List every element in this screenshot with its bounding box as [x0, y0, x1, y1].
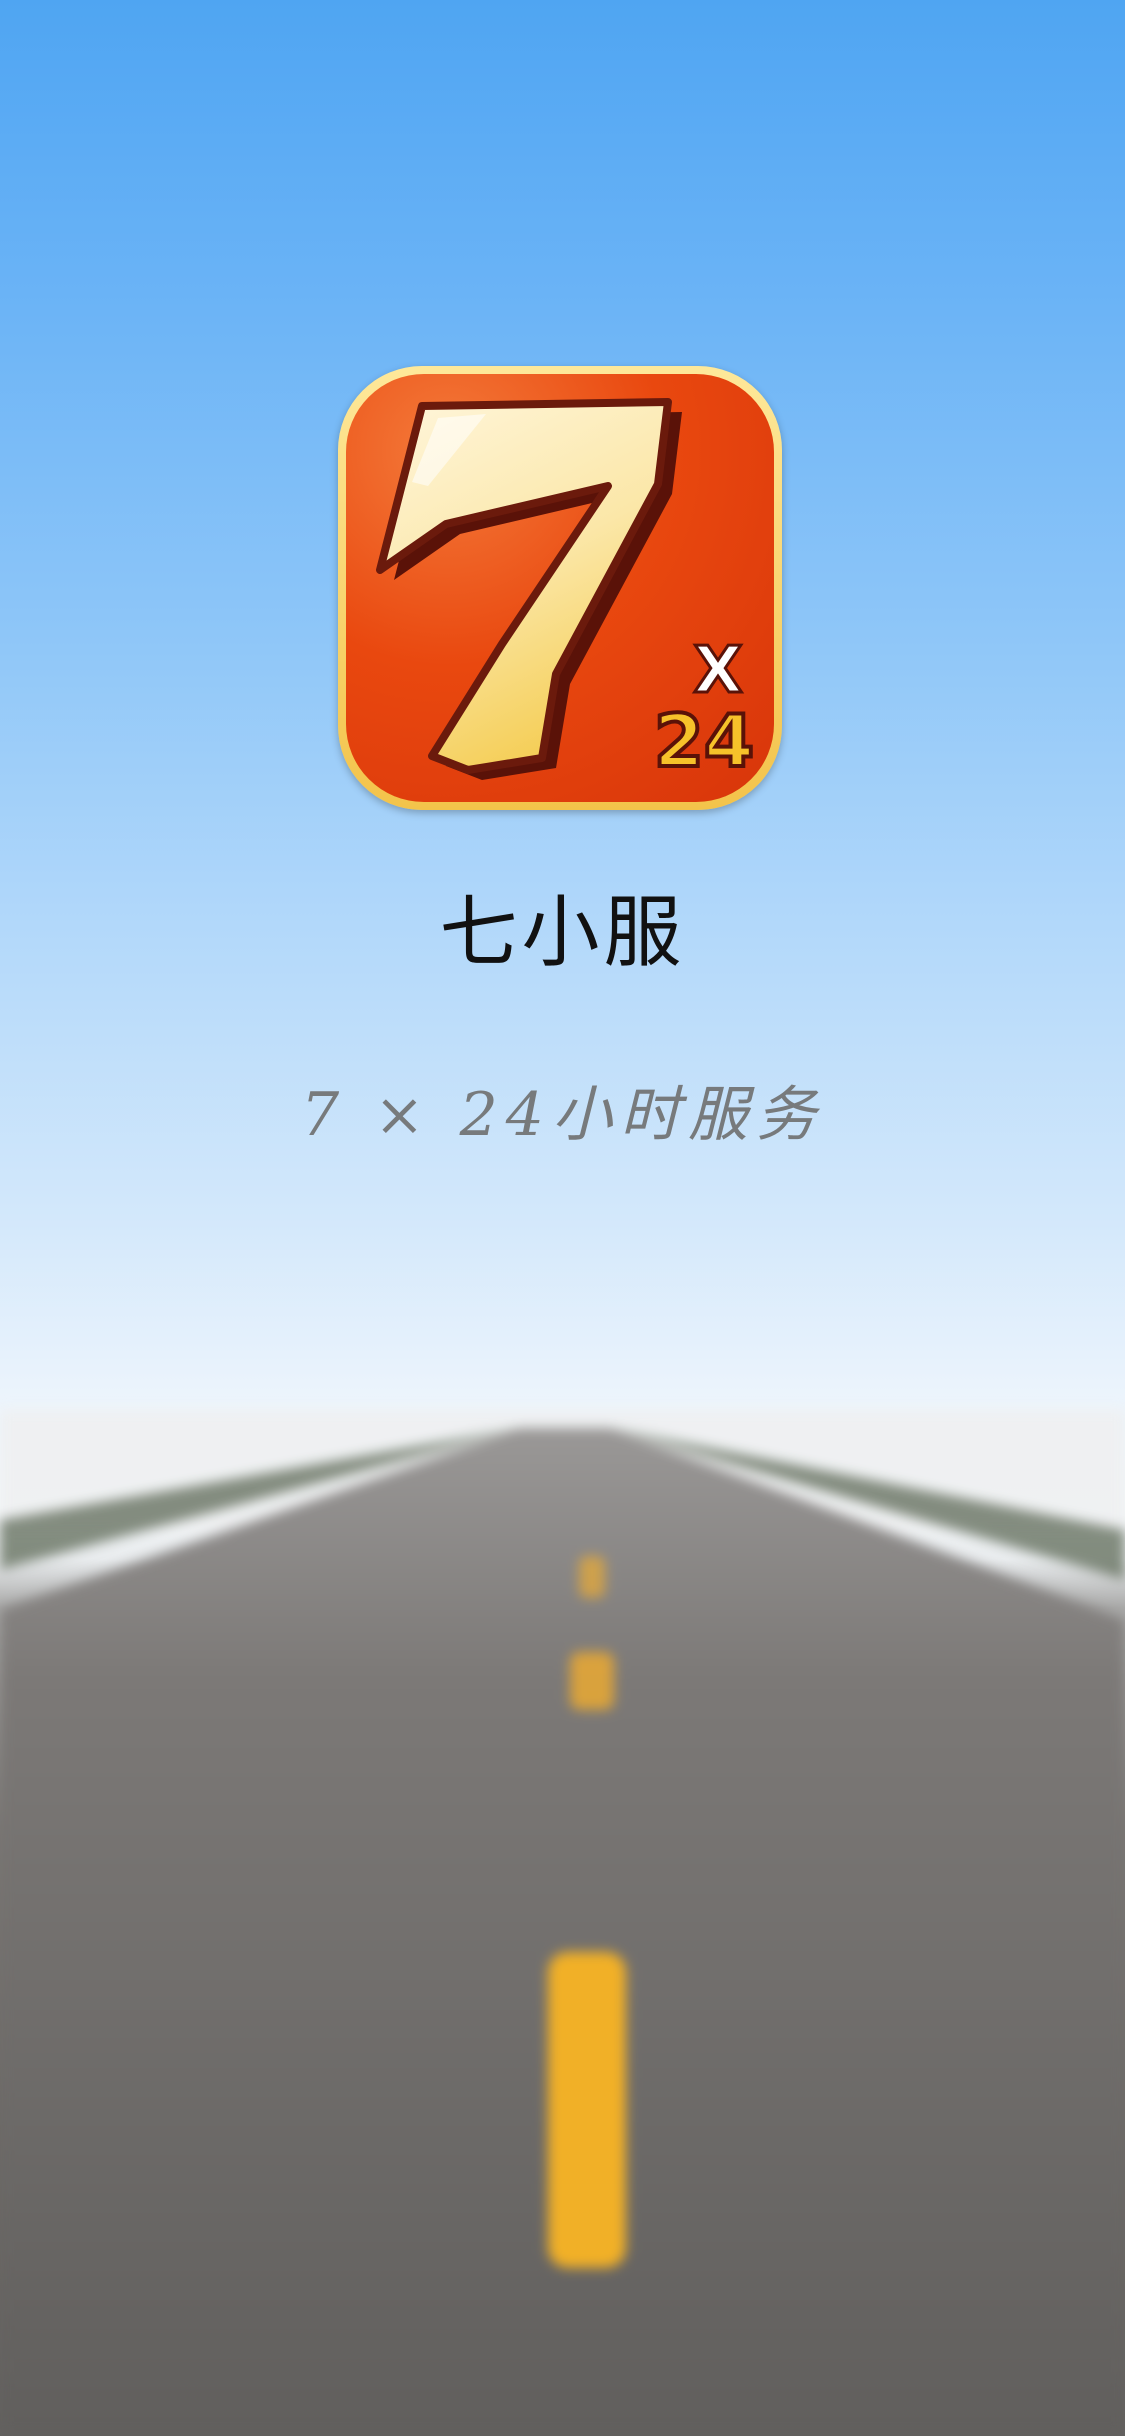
seven-digit-icon: X 24 — [376, 398, 756, 785]
tagline: 7 × 24小时服务 — [301, 1080, 824, 1150]
app-logo: X 24 — [338, 366, 782, 810]
splash-screen: X 24 七小服 7 × 24小时服务 — [0, 0, 1125, 2436]
app-name: 七小服 — [439, 888, 686, 978]
badge-24: 24 — [654, 699, 754, 783]
badge-x: X — [693, 634, 742, 708]
